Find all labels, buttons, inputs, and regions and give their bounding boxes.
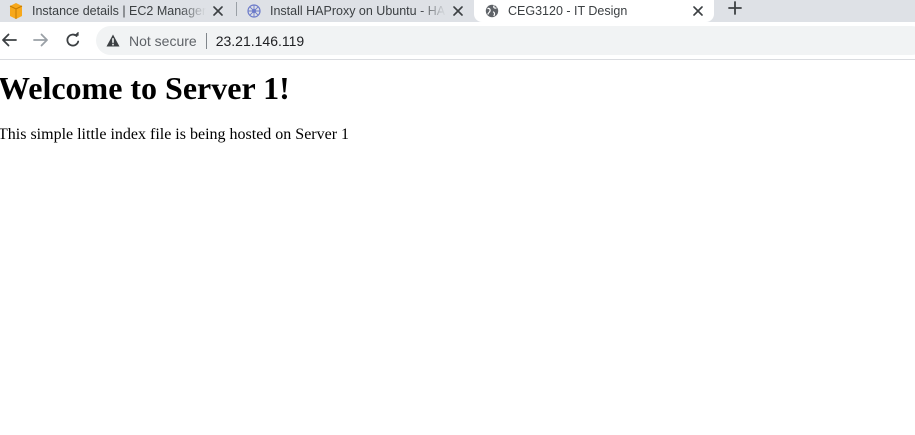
back-arrow-icon — [1, 32, 17, 48]
aws-box-icon — [8, 3, 24, 19]
page-content: Welcome to Server 1! This simple little … — [0, 60, 915, 435]
omnibox-divider — [205, 32, 207, 49]
tab-strip: Instance details | EC2 Management Consol… — [0, 0, 915, 22]
tab-title: Instance details | EC2 Management Consol… — [32, 4, 206, 18]
address-bar[interactable]: Not secure 23.21.146.119 — [96, 26, 915, 55]
close-icon[interactable] — [210, 3, 226, 19]
tab-title: CEG3120 - IT Design — [508, 4, 628, 18]
haproxy-icon — [246, 3, 262, 19]
tab-ec2-instance-details[interactable]: Instance details | EC2 Management Consol… — [0, 0, 232, 22]
reload-button[interactable] — [63, 30, 83, 50]
forward-arrow-icon — [33, 32, 49, 48]
tab-separator — [236, 2, 237, 16]
reload-icon — [65, 32, 81, 48]
close-icon[interactable] — [450, 3, 466, 19]
warning-triangle-icon[interactable] — [106, 34, 120, 48]
new-tab-button[interactable] — [724, 0, 746, 16]
back-button[interactable] — [0, 30, 19, 50]
globe-icon — [484, 3, 500, 19]
tab-haproxy-ubuntu[interactable]: Install HAProxy on Ubuntu - HAProxy — [238, 0, 472, 22]
page-heading: Welcome to Server 1! — [0, 70, 290, 106]
forward-button[interactable] — [31, 30, 51, 50]
plus-icon — [728, 1, 742, 15]
page-paragraph: This simple little index file is being h… — [0, 126, 350, 143]
tab-ceg3120-it-design[interactable]: CEG3120 - IT Design — [474, 0, 714, 22]
url-text[interactable]: 23.21.146.119 — [216, 33, 305, 49]
browser-toolbar: Not secure 23.21.146.119 — [0, 22, 915, 60]
security-status-label[interactable]: Not secure — [129, 33, 197, 49]
tab-title: Install HAProxy on Ubuntu - HAProxy — [270, 4, 446, 18]
close-icon[interactable] — [690, 3, 706, 19]
